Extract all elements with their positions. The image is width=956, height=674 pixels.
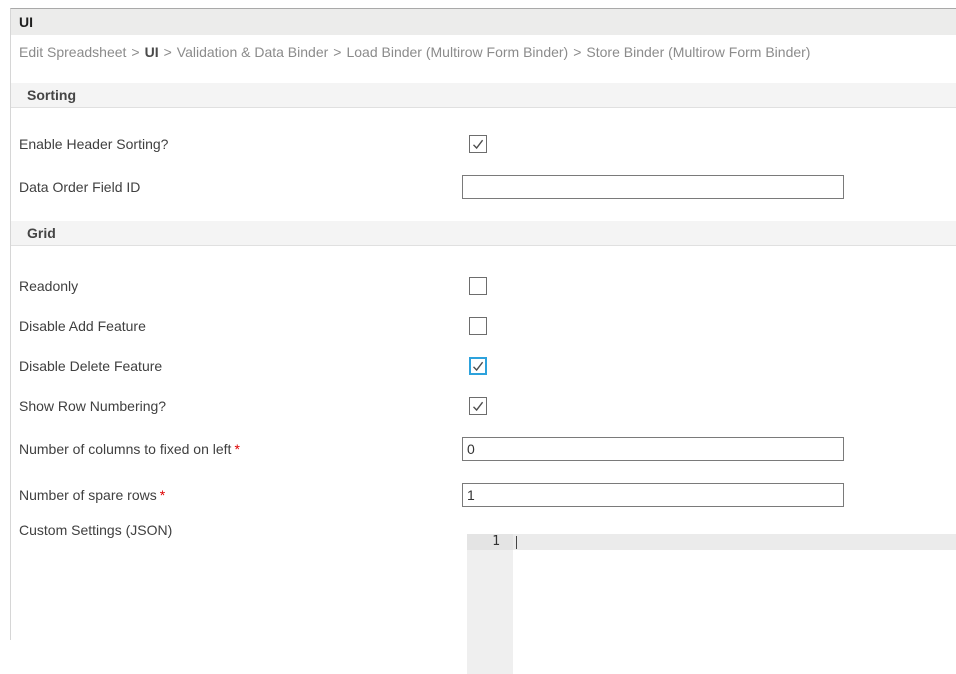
settings-panel: UI Edit Spreadsheet>UI>Validation & Data… [10, 8, 956, 640]
enable-header-sorting-checkbox[interactable] [469, 135, 487, 153]
breadcrumb: Edit Spreadsheet>UI>Validation & Data Bi… [11, 35, 956, 61]
checkmark-icon [472, 360, 484, 372]
grid-rows: Readonly Disable Add Feature Disable Del… [11, 266, 956, 674]
section-header-grid: Grid [11, 221, 956, 246]
disable-delete-feature-checkbox[interactable] [469, 357, 487, 375]
field-label-enable-header-sorting: Enable Header Sorting? [11, 136, 459, 152]
field-label-spare-rows: Number of spare rows* [11, 487, 459, 503]
editor-content-area[interactable] [513, 534, 956, 674]
readonly-checkbox[interactable] [469, 277, 487, 295]
field-label-fixed-columns: Number of columns to fixed on left* [11, 441, 459, 457]
breadcrumb-item-store-binder[interactable]: Store Binder (Multirow Form Binder) [586, 44, 810, 60]
disable-add-feature-checkbox[interactable] [469, 317, 487, 335]
field-label-disable-delete-feature: Disable Delete Feature [11, 358, 459, 374]
checkmark-icon [472, 138, 484, 150]
breadcrumb-separator: > [131, 44, 139, 60]
form-row-show-row-numbering: Show Row Numbering? [11, 386, 956, 426]
fixed-columns-input[interactable] [462, 437, 844, 461]
field-label-text: Number of columns to fixed on left [19, 441, 231, 457]
sorting-rows: Enable Header Sorting? Data Order Field … [11, 124, 956, 210]
field-label-data-order-field-id: Data Order Field ID [11, 179, 459, 195]
data-order-field-id-input[interactable] [462, 175, 844, 199]
form-row-enable-header-sorting: Enable Header Sorting? [11, 124, 956, 164]
breadcrumb-separator: > [333, 44, 341, 60]
custom-settings-json-editor[interactable]: 1 [467, 534, 956, 674]
spare-rows-input[interactable] [462, 483, 844, 507]
form-row-disable-delete-feature: Disable Delete Feature [11, 346, 956, 386]
form-row-spare-rows: Number of spare rows* [11, 472, 956, 518]
field-label-show-row-numbering: Show Row Numbering? [11, 398, 459, 414]
form-row-disable-add-feature: Disable Add Feature [11, 306, 956, 346]
form-row-fixed-columns: Number of columns to fixed on left* [11, 426, 956, 472]
breadcrumb-item-load-binder[interactable]: Load Binder (Multirow Form Binder) [346, 44, 568, 60]
breadcrumb-item-edit-spreadsheet[interactable]: Edit Spreadsheet [19, 44, 126, 60]
editor-active-line [513, 534, 956, 550]
required-marker: * [234, 441, 239, 457]
breadcrumb-separator: > [573, 44, 581, 60]
field-label-disable-add-feature: Disable Add Feature [11, 318, 459, 334]
checkmark-icon [472, 400, 484, 412]
show-row-numbering-checkbox[interactable] [469, 397, 487, 415]
breadcrumb-separator: > [164, 44, 172, 60]
section-header-sorting: Sorting [11, 83, 956, 108]
editor-line-number-gutter: 1 [467, 534, 513, 674]
page-title: UI [11, 9, 956, 35]
text-cursor [516, 536, 517, 549]
breadcrumb-item-ui[interactable]: UI [145, 44, 159, 60]
required-marker: * [160, 487, 165, 503]
breadcrumb-item-validation-data-binder[interactable]: Validation & Data Binder [177, 44, 329, 60]
form-row-data-order-field-id: Data Order Field ID [11, 164, 956, 210]
editor-line-number: 1 [467, 534, 513, 550]
field-label-readonly: Readonly [11, 278, 459, 294]
form-row-readonly: Readonly [11, 266, 956, 306]
field-label-text: Number of spare rows [19, 487, 157, 503]
field-label-custom-settings: Custom Settings (JSON) [11, 518, 459, 538]
form-row-custom-settings: Custom Settings (JSON) 1 [11, 518, 956, 674]
